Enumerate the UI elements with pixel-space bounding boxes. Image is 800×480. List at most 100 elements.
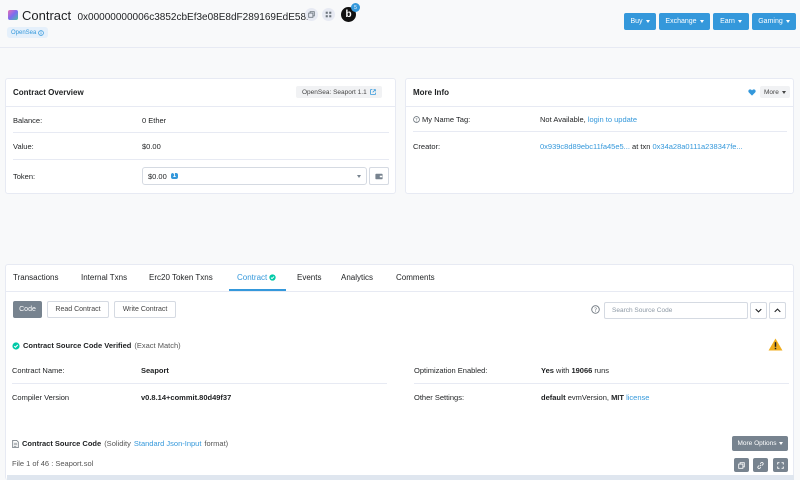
token-dropdown[interactable]: $0.00 1 (142, 167, 367, 185)
file-code-icon (12, 439, 19, 448)
search-source-code-input[interactable]: Search Source Code (604, 302, 748, 319)
divider (13, 159, 389, 160)
other-mit: MIT (611, 393, 624, 402)
page-title: Contract 0x00000000006c3852cbEf3e08E8dF2… (22, 8, 312, 23)
tab-contract[interactable]: Contract (237, 273, 276, 282)
earn-label: Earn (720, 18, 735, 25)
expand-down-button[interactable] (750, 302, 767, 319)
search-placeholder: Search Source Code (612, 307, 673, 314)
other-default: default (541, 393, 566, 402)
expand-icon (777, 461, 784, 469)
verified-title: Contract Source Code Verified (23, 341, 132, 350)
optimization-runs-label: runs (594, 366, 610, 375)
qr-code-icon[interactable] (322, 8, 335, 21)
creator-txn-link[interactable]: 0x34a28a0111a238347fe... (652, 142, 742, 151)
earn-button[interactable]: Earn (713, 13, 749, 30)
optimization-value: Yes with 19066 runs (541, 366, 609, 375)
tab-analytics[interactable]: Analytics (341, 273, 373, 282)
compiler-version-value: v0.8.14+commit.80d49f37 (141, 393, 232, 402)
compiler-version-label: Compiler Version (12, 393, 70, 402)
svg-text:?: ? (594, 308, 597, 314)
copy-icon (738, 461, 745, 469)
contract-name-value: Seaport (141, 366, 169, 375)
license-link[interactable]: license (626, 393, 649, 402)
info-icon (38, 29, 45, 36)
source-code-title: Contract Source Code (22, 439, 102, 448)
blockscan-count-badge: 5 (351, 3, 360, 12)
link-source-button[interactable] (753, 458, 768, 472)
collapse-up-button[interactable] (769, 302, 786, 319)
balance-value: 0 Ether (142, 116, 167, 125)
verified-check-icon (269, 274, 276, 281)
code-button[interactable]: Code (13, 301, 42, 318)
external-link-icon (369, 89, 376, 95)
token-label: Token: (13, 172, 36, 181)
other-settings-label: Other Settings: (414, 393, 465, 402)
question-circle-icon: ? (413, 116, 420, 123)
other-evm: evmVersion, (567, 393, 609, 402)
standard-json-input-link[interactable]: Standard Json-Input (134, 439, 202, 448)
contract-overview-card: Contract Overview OpenSea: Seaport 1.1 B… (5, 78, 396, 194)
tab-comments[interactable]: Comments (396, 273, 435, 282)
optimization-yes: Yes (541, 366, 554, 375)
name-tag-chip-label: OpenSea (11, 29, 37, 36)
fullscreen-source-button[interactable] (773, 458, 788, 472)
source-paren-open: (Solidity (104, 439, 131, 448)
more-info-title: More Info (413, 88, 449, 97)
file-info: File 1 of 46 : Seaport.sol (12, 459, 94, 468)
chevron-down-icon (781, 90, 786, 94)
name-tag-chip[interactable]: OpenSea (7, 27, 49, 38)
page-title-label: Contract (22, 8, 72, 23)
copy-source-button[interactable] (734, 458, 749, 472)
exchange-button[interactable]: Exchange (659, 13, 710, 30)
source-code-editor[interactable] (7, 475, 794, 480)
link-icon (757, 461, 764, 469)
wallet-icon (375, 173, 383, 179)
buy-button[interactable]: Buy (624, 13, 656, 30)
name-tag-row: ? My Name Tag: (413, 115, 470, 124)
write-contract-button[interactable]: Write Contract (114, 301, 176, 318)
verified-row: Contract Source Code Verified (Exact Mat… (12, 341, 181, 350)
divider (413, 131, 787, 132)
copy-icon[interactable] (305, 8, 318, 21)
verified-match: (Exact Match) (134, 341, 181, 350)
chevron-up-icon (774, 308, 781, 313)
contract-logo-icon (8, 10, 18, 20)
tab-erc20-token-txns[interactable]: Erc20 Token Txns (149, 273, 213, 282)
tab-internal-txns[interactable]: Internal Txns (81, 273, 127, 282)
tab-events[interactable]: Events (297, 273, 321, 282)
buy-label: Buy (630, 18, 643, 25)
chevron-down-icon (357, 174, 361, 178)
more-info-card: More Info More ? My Name Tag: Not Availa… (405, 78, 794, 194)
gaming-label: Gaming (758, 18, 783, 25)
heart-icon[interactable] (746, 87, 757, 98)
balance-label: Balance: (13, 116, 43, 125)
source-paren-close: format) (204, 439, 229, 448)
verified-check-icon (12, 341, 20, 350)
seaport-chip-label: OpenSea: Seaport 1.1 (302, 88, 367, 96)
contract-address: 0x00000000006c3852cbEf3e08E8dF289169EdE5… (77, 12, 312, 23)
name-tag-value: Not Available, login to update (540, 115, 637, 124)
other-settings-value: default evmVersion, MIT license (541, 393, 649, 402)
gaming-button[interactable]: Gaming (752, 13, 796, 30)
read-contract-button[interactable]: Read Contract (47, 301, 109, 318)
divider (13, 132, 389, 133)
warning-icon[interactable] (768, 338, 783, 353)
tab-contract-label: Contract (237, 273, 268, 282)
more-dropdown-button[interactable]: More (760, 86, 790, 98)
seaport-name-chip[interactable]: OpenSea: Seaport 1.1 (296, 86, 382, 98)
login-to-update-link[interactable]: login to update (588, 115, 637, 124)
optimization-with: with (556, 366, 570, 375)
creator-at-text: at txn (632, 142, 651, 151)
creator-address-link[interactable]: 0x939c8d89ebc11fa45e5... (540, 142, 630, 151)
tab-transactions[interactable]: Transactions (13, 273, 59, 282)
more-options-button[interactable]: More Options (732, 436, 788, 451)
name-tag-label: My Name Tag: (422, 115, 471, 124)
search-help-icon[interactable]: ? (591, 305, 600, 316)
chevron-down-icon (737, 20, 742, 23)
name-tag-text: Not Available, (540, 115, 586, 124)
creator-value: 0x939c8d89ebc11fa45e5... at txn 0x34a28a… (540, 142, 743, 151)
chevron-down-icon (645, 20, 650, 23)
token-count-badge: 1 (170, 173, 179, 179)
token-wallet-button[interactable] (369, 167, 389, 185)
